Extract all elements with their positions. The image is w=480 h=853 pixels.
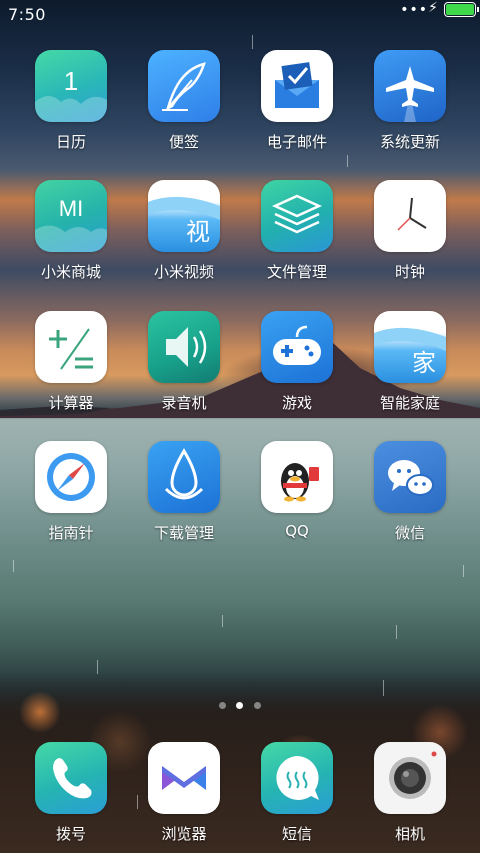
email-icon [261,50,333,122]
calculator-icon [35,311,107,383]
page-dot-active[interactable] [236,702,243,709]
app-label: 系统更新 [379,133,440,151]
app-label: 拨号 [55,825,86,843]
app-calendar[interactable]: 1 日历 [16,50,126,158]
game-controller-icon [261,311,333,383]
app-compass[interactable]: 指南针 [16,441,126,549]
calendar-day: 1 [64,66,78,96]
app-label: 游戏 [281,394,312,412]
dock-app-camera[interactable]: 相机 [355,742,465,850]
app-label: 短信 [281,825,312,843]
app-label: 日历 [55,133,86,151]
app-label: 时钟 [394,263,425,281]
app-mi-store[interactable]: MI 小米商城 [16,180,126,288]
browser-icon [148,742,220,814]
qq-penguin-icon [261,441,333,513]
app-qq[interactable]: QQ [242,441,352,549]
mi-video-icon: 视 [148,180,220,252]
mi-logo: MI [59,196,83,221]
app-label: 文件管理 [266,263,327,281]
app-notes[interactable]: 便签 [129,50,239,158]
notes-feather-icon [148,50,220,122]
messages-icon [261,742,333,814]
page-dot[interactable] [254,702,261,709]
app-label: 电子邮件 [266,133,327,151]
app-label: 智能家庭 [379,394,440,412]
app-games[interactable]: 游戏 [242,311,352,419]
app-file-manager[interactable]: 文件管理 [242,180,352,288]
page-indicator[interactable] [0,702,480,712]
app-label: 相机 [394,825,425,843]
app-label: 浏览器 [161,825,207,843]
app-system-update[interactable]: 系统更新 [355,50,465,158]
app-smart-home[interactable]: 家 智能家庭 [355,311,465,419]
clock-icon [374,180,446,252]
app-label: 便签 [168,133,199,151]
app-grid: 1 日历 便签 电子邮件 系统更新 MI 小米商城 视 小米视频 文件管理 时钟… [0,0,480,853]
calendar-icon: 1 [35,50,107,122]
app-label: 微信 [394,524,425,542]
wechat-icon [374,441,446,513]
app-label: 小米视频 [153,263,214,281]
app-clock[interactable]: 时钟 [355,180,465,288]
dock-app-messages[interactable]: 短信 [242,742,352,850]
app-email[interactable]: 电子邮件 [242,50,352,158]
app-mi-video[interactable]: 视 小米视频 [129,180,239,288]
app-label: 小米商城 [40,263,101,281]
app-label: 下载管理 [153,524,214,542]
smart-home-icon: 家 [374,311,446,383]
app-label: QQ [285,522,309,540]
app-label: 录音机 [161,394,207,412]
compass-icon [35,441,107,513]
app-wechat[interactable]: 微信 [355,441,465,549]
app-calculator[interactable]: 计算器 [16,311,126,419]
app-recorder[interactable]: 录音机 [129,311,239,419]
video-glyph: 视 [186,218,210,246]
app-download-manager[interactable]: 下载管理 [129,441,239,549]
app-label: 指南针 [48,524,94,542]
system-update-plane-icon [374,50,446,122]
mi-store-icon: MI [35,180,107,252]
app-label: 计算器 [48,394,94,412]
dock-app-dialer[interactable]: 拨号 [16,742,126,850]
file-manager-layers-icon [261,180,333,252]
phone-icon [35,742,107,814]
download-drop-icon [148,441,220,513]
page-dot[interactable] [219,702,226,709]
camera-icon [374,742,446,814]
recorder-speaker-icon [148,311,220,383]
home-glyph: 家 [412,349,436,377]
dock-app-browser[interactable]: 浏览器 [129,742,239,850]
